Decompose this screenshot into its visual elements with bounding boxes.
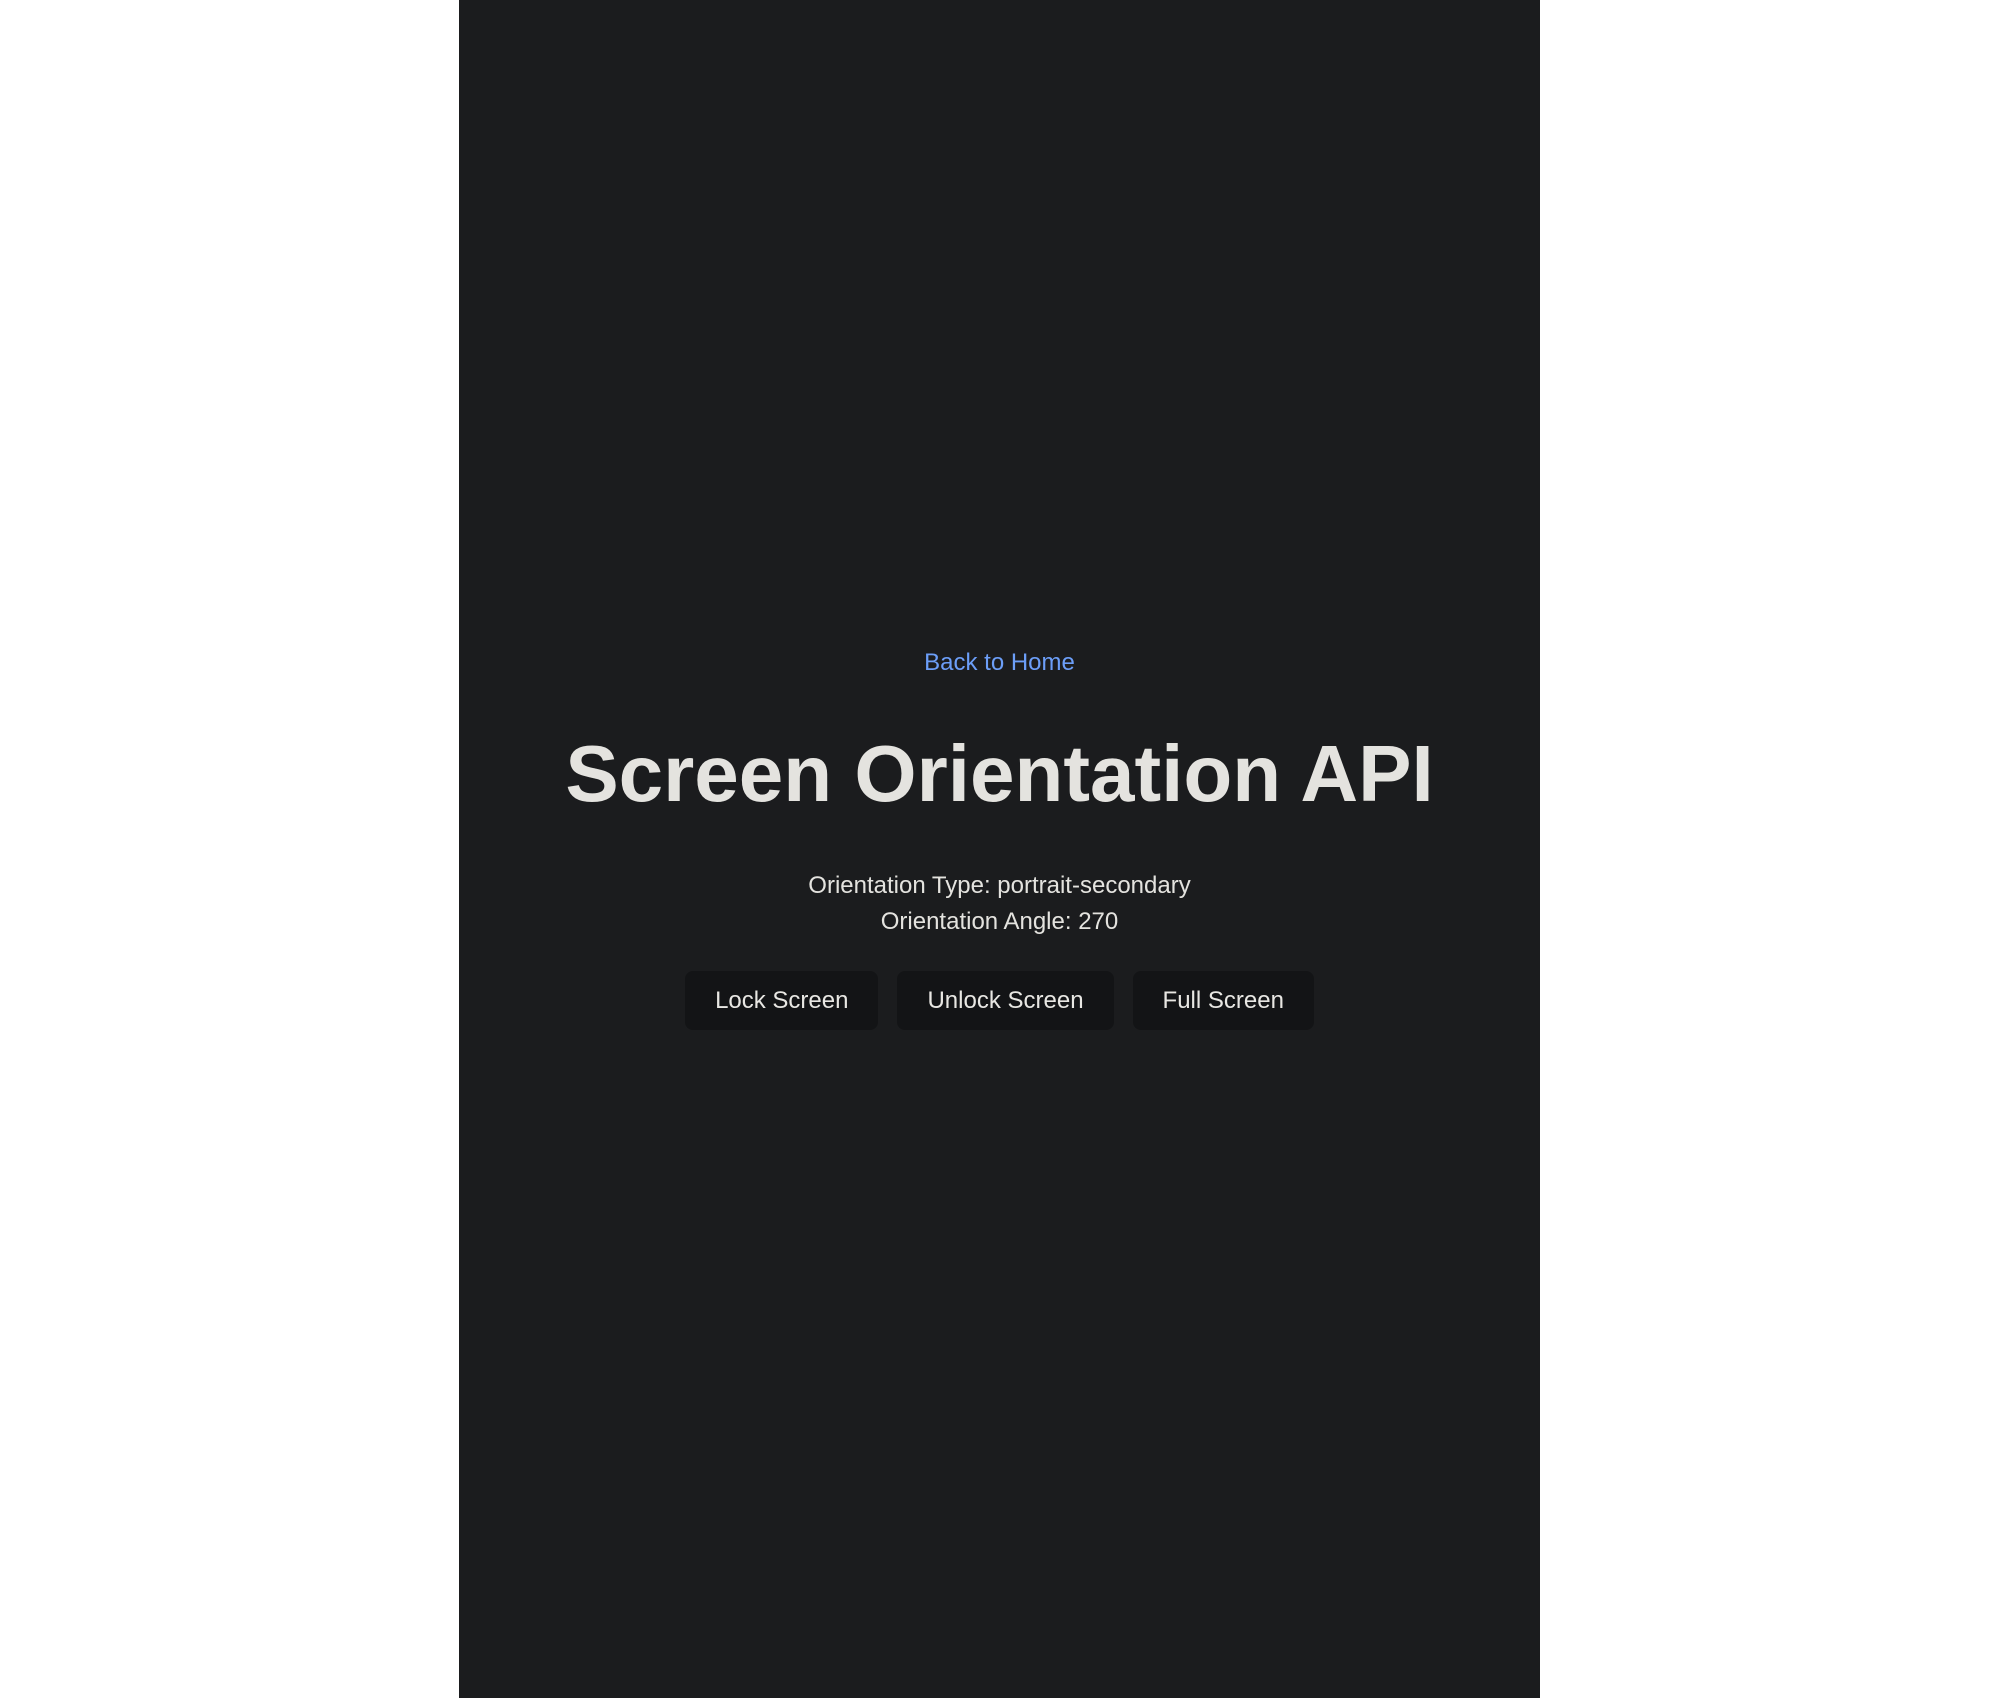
main-content: Back to Home Screen Orientation API Orie… (459, 0, 1540, 1698)
orientation-angle-label: Orientation Angle: (880, 908, 1079, 935)
controls-row: Lock Screen Unlock Screen Full Screen (459, 971, 1540, 1030)
lock-screen-button[interactable]: Lock Screen (685, 971, 879, 1030)
full-screen-button[interactable]: Full Screen (1132, 971, 1314, 1030)
app-viewport: Back to Home Screen Orientation API Orie… (459, 0, 1540, 1698)
back-to-home-link[interactable]: Back to Home (924, 649, 1075, 676)
orientation-type-value: portrait-secondary (997, 872, 1191, 899)
unlock-screen-button[interactable]: Unlock Screen (897, 971, 1114, 1030)
orientation-angle-line: Orientation Angle: 270 (459, 906, 1540, 938)
orientation-angle-value: 270 (1078, 908, 1119, 935)
orientation-type-label: Orientation Type: (808, 872, 998, 899)
page-title: Screen Orientation API (565, 729, 1434, 818)
back-link-container: Back to Home (459, 647, 1540, 679)
orientation-type-line: Orientation Type: portrait-secondary (459, 870, 1540, 902)
